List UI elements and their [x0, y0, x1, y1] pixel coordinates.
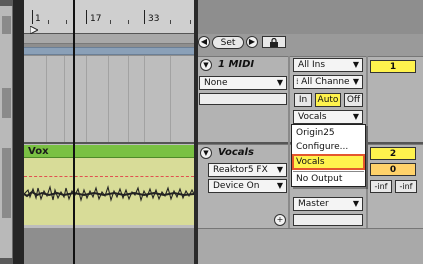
audio-from-device-dropdown[interactable]: Reaktor5 FX ▼ [208, 163, 287, 177]
loop-start-marker-icon[interactable] [30, 26, 38, 34]
track-activator-button[interactable]: 1 [370, 60, 416, 73]
arrow-right-icon: ▶ [248, 37, 256, 46]
dropdown-value: Reaktor5 FX [213, 165, 268, 175]
dropdown-value: All Channe [301, 77, 350, 87]
beat-time-ruler[interactable]: 1 17 33 [24, 0, 194, 34]
midi-from-device-dropdown[interactable]: None ▼ [199, 76, 287, 90]
arrangement-overview-bar[interactable] [24, 34, 194, 44]
plus-icon: + [276, 215, 284, 224]
clip-gain-line [24, 176, 194, 177]
menu-item-origin25[interactable]: Origin25 [293, 126, 364, 140]
meter-right-value: -inf [399, 182, 413, 191]
audio-clip-name: Vox [28, 146, 49, 157]
next-locator-button[interactable]: ▶ [246, 36, 258, 48]
fold-track-button[interactable]: ▼ [200, 59, 212, 71]
track-volume-value: 0 [389, 165, 397, 175]
menu-item-configure[interactable]: Configure... [293, 140, 364, 154]
column-separator [366, 56, 368, 228]
input-type-dropdown[interactable]: All Ins ▼ [293, 58, 363, 72]
previous-locator-button[interactable]: ◀ [198, 36, 210, 48]
menu-item-label: Origin25 [296, 128, 335, 138]
add-device-button[interactable]: + [274, 214, 286, 226]
output-dropdown-menu[interactable]: Origin25 Configure... Vocals No Output [291, 124, 366, 187]
triangle-down-icon: ▼ [203, 149, 209, 157]
arrangement-scroll-thumb[interactable] [24, 47, 194, 55]
menu-item-no-output[interactable]: No Output [293, 171, 364, 185]
dropdown-arrow-icon: ▼ [276, 165, 283, 174]
dropdown-arrow-icon: ▼ [352, 77, 359, 86]
midi-empty-field[interactable] [199, 93, 287, 105]
output-dropdown[interactable]: Vocals ▼ [293, 110, 363, 124]
dropdown-value: Master [298, 199, 329, 209]
menu-item-label: Configure... [296, 142, 349, 152]
audio-output-channel-field[interactable] [293, 214, 363, 226]
ruler-mark-17: 17 [90, 14, 102, 24]
ruler-mark-33: 33 [148, 14, 160, 24]
lock-envelopes-button[interactable] [262, 36, 286, 48]
meter-right-readout: -inf [395, 180, 417, 193]
set-locator-button[interactable]: Set [212, 36, 244, 49]
monitor-off-button[interactable]: Off [344, 93, 363, 107]
midi-track-lane[interactable] [24, 56, 194, 142]
audio-clip-header[interactable] [24, 145, 194, 158]
meter-left-readout: -inf [370, 180, 392, 193]
arrow-left-icon: ◀ [200, 37, 208, 46]
track-number: 2 [389, 149, 397, 159]
panel-separator [13, 0, 24, 264]
column-separator [288, 56, 290, 228]
dropdown-value: Vocals [298, 112, 327, 122]
menu-item-label: Vocals [296, 157, 325, 167]
left-scroll-strip[interactable] [0, 0, 13, 264]
dropdown-arrow-icon: ▼ [352, 60, 359, 69]
monitor-auto-button[interactable]: Auto [315, 93, 341, 107]
ruler-mark-1: 1 [35, 14, 41, 24]
track-name: 1 MIDI [218, 59, 255, 70]
playhead-cursor[interactable] [73, 0, 75, 264]
monitor-in-label: In [298, 95, 308, 105]
track-activator-button[interactable]: 2 [370, 147, 416, 160]
dropdown-value: All Ins [298, 60, 326, 70]
audio-waveform [24, 184, 194, 203]
lock-icon [270, 37, 278, 47]
dropdown-arrow-icon: ▼ [352, 112, 359, 121]
dropdown-arrow-icon: ▼ [276, 78, 283, 87]
track-name: Vocals [218, 147, 254, 158]
dropdown-value: None [204, 78, 228, 88]
meter-left-value: -inf [374, 182, 388, 191]
audio-input-channel-dropdown[interactable]: Device On ▼ [208, 179, 287, 193]
fold-track-button[interactable]: ▼ [200, 147, 212, 159]
dropdown-arrow-icon: ▼ [352, 199, 359, 208]
dropdown-arrow-icon: ▼ [276, 181, 283, 190]
menu-item-vocals[interactable]: Vocals [292, 154, 365, 170]
empty-track-header [198, 228, 423, 264]
dropdown-value: Device On [213, 181, 260, 191]
monitor-auto-label: Auto [317, 95, 339, 105]
track-number: 1 [389, 62, 397, 72]
triangle-down-icon: ▼ [203, 61, 209, 69]
track-volume-field[interactable]: 0 [370, 163, 416, 176]
monitor-off-label: Off [346, 95, 361, 105]
input-channel-dropdown[interactable]: ⁞ All Channe ▼ [293, 75, 363, 89]
menu-item-label: No Output [296, 174, 343, 184]
set-locator-label: Set [220, 38, 236, 48]
audio-output-dropdown[interactable]: Master ▼ [293, 197, 363, 211]
monitor-in-button[interactable]: In [294, 93, 312, 107]
